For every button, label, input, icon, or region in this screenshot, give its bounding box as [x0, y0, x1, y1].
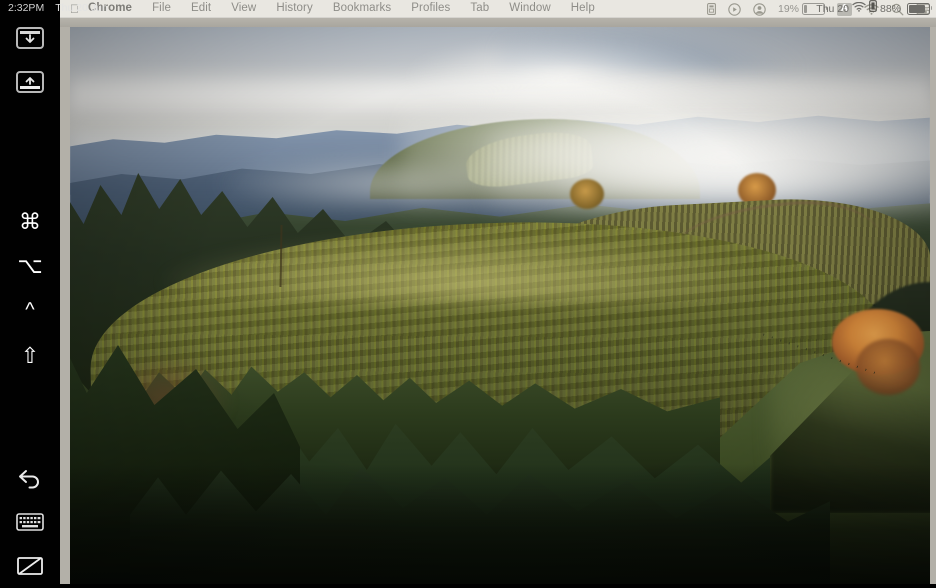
sidebar-shift-key[interactable]: ⇧ [0, 334, 60, 378]
disconnect-screen-icon [16, 555, 44, 577]
sidebar-keyboard[interactable] [0, 500, 60, 544]
apple-logo-icon[interactable]:  [60, 3, 88, 15]
option-key-icon: ⌥ [17, 253, 43, 278]
menu-item-tab[interactable]: Tab [460, 3, 499, 15]
wifi-icon[interactable] [858, 3, 885, 15]
undo-arrow-icon [17, 467, 43, 489]
sidebar-menubar-toggle[interactable] [0, 16, 60, 60]
sidebar-disconnect[interactable] [0, 544, 60, 588]
sidecar-sidebar: ⌘ ⌥ ^ ⇧ [0, 0, 60, 584]
landscape-photo [70, 27, 930, 584]
sidebar-dock-toggle[interactable] [0, 60, 60, 104]
mac-battery-icon [802, 3, 828, 15]
shift-key-icon: ⇧ [20, 343, 40, 368]
menu-item-view[interactable]: View [221, 3, 266, 15]
mac-battery-status[interactable]: 19% [772, 3, 831, 15]
menu-item-file[interactable]: File [142, 3, 181, 15]
menu-item-profiles[interactable]: Profiles [401, 3, 460, 15]
screen-up-arrow-icon [16, 71, 44, 93]
menu-item-history[interactable]: History [266, 3, 322, 15]
command-key-icon: ⌘ [19, 209, 41, 234]
control-key-icon: ^ [25, 299, 35, 321]
input-source-badge[interactable]: A [837, 2, 852, 16]
mac-battery-percent-label: 19% [777, 2, 799, 15]
menu-item-window[interactable]: Window [499, 3, 561, 15]
menu-item-bookmarks[interactable]: Bookmarks [323, 3, 401, 15]
sidebar-undo[interactable] [0, 456, 60, 500]
play-circle-icon[interactable] [722, 2, 747, 16]
menu-item-help[interactable]: Help [561, 3, 605, 15]
photo-vignette [70, 27, 930, 584]
keyboard-icon [16, 513, 44, 531]
spotlight-search-icon[interactable] [885, 3, 910, 16]
macos-menu-bar[interactable]:  Chrome File Edit View History Bookmark… [60, 0, 936, 18]
user-circle-icon[interactable] [747, 2, 772, 16]
sidebar-control-key[interactable]: ^ [0, 288, 60, 332]
sidebar-command-key[interactable]: ⌘ [0, 200, 60, 244]
chrome-browser-window[interactable] [60, 18, 936, 584]
control-center-icon[interactable] [910, 3, 936, 15]
window-chrome-bar [60, 18, 936, 27]
screenshot-icon[interactable] [701, 3, 722, 15]
screen-down-arrow-icon [16, 27, 44, 49]
menu-item-chrome[interactable]: Chrome [88, 3, 142, 15]
menu-item-edit[interactable]: Edit [181, 3, 221, 15]
sidebar-option-key[interactable]: ⌥ [0, 244, 60, 288]
ipad-sidecar-screen:  Chrome File Edit View History Bookmark… [0, 0, 936, 584]
